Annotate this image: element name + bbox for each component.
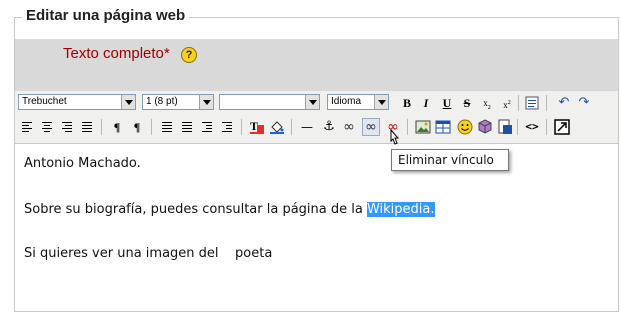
field-label: Texto completo* xyxy=(63,45,170,62)
language-value: Idioma xyxy=(331,96,362,107)
smiley-icon xyxy=(457,119,473,135)
strikethrough-button[interactable]: S xyxy=(458,94,476,112)
insert-table-button[interactable] xyxy=(434,118,452,136)
selected-link-text[interactable]: Wikipedia. xyxy=(366,202,435,217)
unordered-list-icon xyxy=(182,122,192,132)
toolbar-separator xyxy=(407,119,408,135)
paragraph-2-text: Sobre su biografía, puedes consultar la … xyxy=(24,202,367,217)
align-left-button[interactable] xyxy=(18,118,36,136)
horizontal-rule-button[interactable]: — xyxy=(298,118,316,136)
chevron-down-icon xyxy=(305,95,319,109)
language-select[interactable]: Idioma xyxy=(327,94,389,110)
align-right-button[interactable] xyxy=(58,118,76,136)
align-justify-button[interactable] xyxy=(78,118,96,136)
table-icon xyxy=(435,120,451,134)
unlink-tooltip: Eliminar vínculo xyxy=(391,149,509,171)
editor-paragraph-3: Si quieres ver una imagen del poeta xyxy=(24,246,273,261)
ltr-button[interactable]: ¶ xyxy=(108,118,126,136)
indent-button[interactable] xyxy=(218,118,236,136)
editor-paragraph-2: Sobre su biografía, puedes consultar la … xyxy=(24,202,435,217)
cube-icon xyxy=(478,119,492,134)
redo-button[interactable]: ↷ xyxy=(575,94,593,112)
align-center-icon xyxy=(42,122,52,132)
toolbar-separator xyxy=(517,119,518,135)
font-size-select[interactable]: 1 (8 pt) xyxy=(142,94,214,110)
chevron-down-icon xyxy=(199,95,213,109)
ltr-icon: ¶ xyxy=(113,120,121,134)
outdent-button[interactable] xyxy=(198,118,216,136)
insert-smiley-button[interactable] xyxy=(456,118,474,136)
toolbar-row-1: Trebuchet 1 (8 pt) Idioma B I U S x2 x2 … xyxy=(18,94,618,114)
toolbar-separator xyxy=(518,95,519,111)
toolbar-separator xyxy=(151,119,152,135)
indent-icon xyxy=(222,122,232,132)
superscript-digit: 2 xyxy=(507,100,511,106)
text-color-button[interactable]: T xyxy=(248,118,266,136)
word-document-icon xyxy=(525,96,539,110)
outdent-icon xyxy=(202,122,212,132)
paint-bucket-icon xyxy=(270,121,284,134)
insert-image-button[interactable] xyxy=(414,118,432,136)
insert-link-button[interactable]: ∞ xyxy=(340,118,358,136)
field-label-text: Texto completo xyxy=(63,45,164,62)
align-left-icon xyxy=(22,122,32,132)
fullscreen-icon xyxy=(554,119,570,135)
mouse-pointer-icon xyxy=(390,129,399,145)
rtl-button[interactable]: ¶ xyxy=(128,118,146,136)
subscript-button[interactable]: x2 xyxy=(478,94,496,112)
ordered-list-icon xyxy=(162,122,172,132)
redo-icon: ↷ xyxy=(578,95,590,110)
svg-text:T: T xyxy=(250,119,258,133)
clean-word-button[interactable] xyxy=(523,94,541,112)
subscript-digit: 2 xyxy=(487,104,491,111)
image-icon xyxy=(415,120,431,134)
undo-button[interactable]: ↶ xyxy=(555,94,573,112)
unlink-button[interactable]: ∞ xyxy=(362,118,380,136)
align-right-icon xyxy=(62,122,72,132)
fieldset-legend: Editar una página web xyxy=(22,7,190,24)
font-size-value: 1 (8 pt) xyxy=(146,96,178,107)
help-icon[interactable]: ? xyxy=(181,47,197,63)
background-color-button[interactable] xyxy=(268,118,286,136)
required-mark: * xyxy=(163,45,170,62)
bold-button[interactable]: B xyxy=(398,94,416,112)
toolbar-separator xyxy=(546,119,547,135)
underline-button[interactable]: U xyxy=(438,94,456,112)
toolbar-separator xyxy=(241,119,242,135)
toolbar-separator xyxy=(546,95,547,111)
align-justify-icon xyxy=(82,122,92,132)
anchor-button[interactable]: ⚓ xyxy=(320,118,338,136)
search-replace-button[interactable] xyxy=(496,118,514,136)
chevron-down-icon xyxy=(121,95,135,109)
html-source-button[interactable]: <> xyxy=(523,118,541,136)
font-family-value: Trebuchet xyxy=(22,96,67,107)
chevron-down-icon xyxy=(374,95,388,109)
align-center-button[interactable] xyxy=(38,118,56,136)
insert-special-char-button[interactable] xyxy=(476,118,494,136)
ordered-list-button[interactable] xyxy=(158,118,176,136)
font-family-select[interactable]: Trebuchet xyxy=(18,94,136,110)
find-replace-icon xyxy=(498,119,512,134)
editor-paragraph-1: Antonio Machado. xyxy=(24,156,141,171)
italic-button[interactable]: I xyxy=(417,94,435,112)
fullscreen-button[interactable] xyxy=(553,118,571,136)
superscript-button[interactable]: x2 xyxy=(498,94,516,112)
toolbar-separator xyxy=(101,119,102,135)
text-color-icon: T xyxy=(250,119,264,134)
rtl-icon: ¶ xyxy=(133,120,141,134)
toolbar-separator xyxy=(291,119,292,135)
format-select[interactable] xyxy=(219,94,320,110)
undo-icon: ↶ xyxy=(558,95,570,110)
unordered-list-button[interactable] xyxy=(178,118,196,136)
toolbar-row-2: ¶ ¶ T — ⚓ ∞ ∞ ∞ <> xyxy=(18,118,618,138)
